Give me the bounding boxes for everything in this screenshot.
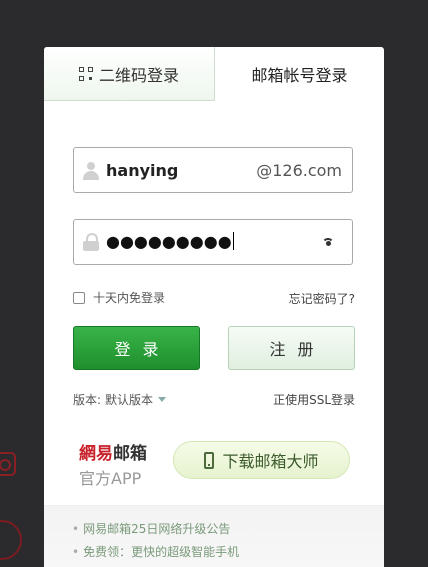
tab-qr-login[interactable]: 二维码登录 [44,47,215,101]
news-item[interactable]: 免费领：更快的超级智能手机 [72,543,239,560]
forgot-password-link[interactable]: 忘记密码了? [289,290,355,307]
ssl-status-link[interactable]: 正使用SSL登录 [273,391,355,408]
caret-down-icon [158,397,167,402]
camera-icon [0,452,16,476]
username-value: hanying [106,161,179,180]
login-button[interactable]: 登录 [73,326,200,370]
tab-qr-label: 二维码登录 [98,65,179,85]
logo-subtitle: 官方APP [79,469,142,488]
password-display: ●●●●●●●●● [106,232,234,251]
version-selected: 默认版本 [105,393,154,407]
password-masked-value: ●●●●●●●●● [106,232,232,251]
remember-checkbox[interactable] [73,291,85,304]
text-caret [232,232,234,250]
version-label: 版本: [73,393,102,407]
remember-label: 十天内免登录 [93,291,166,305]
user-icon [83,162,99,180]
username-field[interactable]: hanying @126.com [73,147,353,193]
qr-code-icon [78,66,93,81]
show-password-eye-icon[interactable] [322,238,334,246]
app-promo: 網易邮箱 官方APP 下载邮箱大师 [44,427,384,507]
logo-title-dark: 邮箱 [113,444,147,464]
news-item[interactable]: 网易邮箱25日网络升级公告 [72,520,230,537]
login-tabs: 二维码登录 邮箱帐号登录 [44,47,384,101]
register-button[interactable]: 注册 [228,326,355,370]
download-app-button[interactable]: 下载邮箱大师 [173,441,350,479]
lock-icon [83,233,99,251]
password-field[interactable]: ●●●●●●●●● [73,219,353,265]
phone-icon [204,451,215,469]
news-list: 网易邮箱25日网络升级公告 免费领：更快的超级智能手机 [44,505,384,567]
netease-mail-app-logo: 網易邮箱 官方APP [79,439,159,489]
circle-decoration [0,520,22,560]
logo-title-red: 網易 [79,444,113,464]
tab-mail-login[interactable]: 邮箱帐号登录 [215,47,384,101]
logo-title: 網易邮箱 [79,439,159,464]
version-selector[interactable]: 版本: 默认版本 [73,391,167,408]
remember-login[interactable]: 十天内免登录 [73,289,165,306]
login-panel: 二维码登录 邮箱帐号登录 hanying @126.com ●●●●●●●●● … [44,47,384,567]
email-domain-suffix: @126.com [256,161,342,180]
tab-mail-label: 邮箱帐号登录 [251,66,348,85]
download-app-label: 下载邮箱大师 [222,452,319,471]
